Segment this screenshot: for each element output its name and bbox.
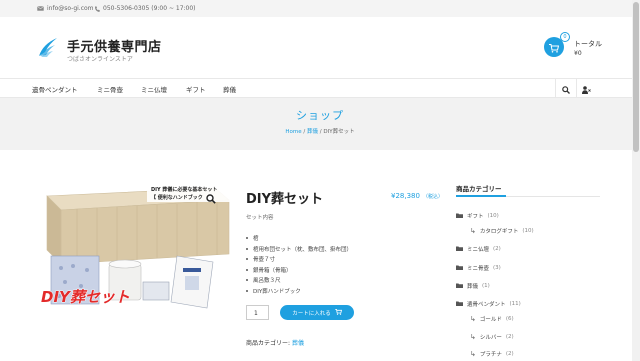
- envelope-icon: [37, 6, 44, 11]
- quantity-input[interactable]: 1: [246, 305, 269, 320]
- sidebar-item-silver[interactable]: ↳ シルバー (2): [470, 333, 514, 341]
- list-item: 銀骨箱（骨箱）: [246, 265, 352, 276]
- user-icon: [582, 79, 591, 98]
- contact-email[interactable]: info@so-gi.com: [37, 5, 94, 12]
- cart-icon: [334, 308, 342, 317]
- folder-icon: [456, 301, 463, 308]
- top-bar: info@so-gi.com 050-5306-0305 (9:00 ~ 17:…: [0, 0, 640, 17]
- sub-arrow-icon: ↳: [470, 315, 476, 323]
- main-nav: 遺骨ペンダント ミニ骨壺 ミニ仏壇 ギフト 葬儀: [0, 78, 640, 98]
- page-scrollbar[interactable]: [632, 0, 640, 361]
- sidebar-item-gold[interactable]: ↳ ゴールド (6): [470, 315, 514, 323]
- nav-item-funeral[interactable]: 葬儀: [223, 84, 236, 94]
- add-to-cart-button[interactable]: カートに入れる: [280, 305, 354, 320]
- sidebar-item-mini-altar[interactable]: ミニ仏壇 (2): [456, 245, 501, 253]
- breadcrumb-category[interactable]: 葬儀: [307, 129, 318, 135]
- cart-total-label: トータル: [574, 40, 602, 48]
- product-image[interactable]: DIY 葬儀に必要な基本セット 【 便利なハンドブック DIY葬セット: [37, 182, 233, 317]
- sidebar-item-gift[interactable]: ギフト (10): [456, 212, 499, 220]
- list-item: 棺: [246, 233, 352, 244]
- sub-arrow-icon: ↳: [470, 350, 476, 358]
- list-item: 棺用布団セット（枕、敷布団、掛布団）: [246, 244, 352, 255]
- sidebar-item-pendant[interactable]: 遺骨ペンダント (11): [456, 300, 521, 308]
- product-category-link[interactable]: 葬儀: [292, 340, 304, 347]
- email-text: info@so-gi.com: [47, 5, 94, 12]
- product-category: 商品カテゴリー: 葬儀: [246, 338, 304, 347]
- phone-icon: [95, 5, 100, 12]
- cart-icon: [549, 38, 560, 57]
- list-item: DIY葬ハンドブック: [246, 286, 352, 297]
- set-contents-list: 棺 棺用布団セット（枕、敷布団、掛布団） 骨壺７寸 銀骨箱（骨箱） 風呂敷３尺 …: [246, 233, 352, 296]
- product-title: DIY葬セット: [246, 192, 324, 207]
- nav-search-button[interactable]: [555, 79, 575, 98]
- folder-icon: [456, 213, 463, 220]
- site-title[interactable]: 手元供養専門店: [67, 36, 162, 55]
- breadcrumb-current: DIY葬セット: [323, 129, 355, 135]
- folder-icon: [456, 246, 463, 253]
- sidebar-item-funeral[interactable]: 葬儀 (1): [456, 282, 490, 290]
- folder-icon: [456, 265, 463, 272]
- sub-arrow-icon: ↳: [470, 227, 476, 235]
- list-item: 風呂敷３尺: [246, 275, 352, 286]
- folder-icon: [456, 283, 463, 290]
- wing-logo-icon[interactable]: [37, 36, 59, 58]
- image-caption-2: 【 便利なハンドブック: [151, 194, 203, 201]
- sidebar-item-mini-urn[interactable]: ミニ骨壺 (3): [456, 264, 501, 272]
- cart-total-value: ¥0: [574, 50, 582, 57]
- breadcrumb-home[interactable]: Home: [285, 129, 301, 135]
- sidebar-item-platinum[interactable]: ↳ プラチナ (2): [470, 350, 514, 358]
- price-value: ¥28,380: [391, 192, 420, 200]
- nav-item-gift[interactable]: ギフト: [186, 84, 206, 94]
- add-to-cart-label: カートに入れる: [292, 310, 331, 317]
- sidebar-item-catalog-gift[interactable]: ↳ カタログギフト (10): [470, 227, 534, 235]
- site-header: 手元供養専門店 つばさオンラインストア 0 トータル ¥0: [0, 17, 640, 78]
- product-price: ¥28,380 （税込）: [391, 192, 443, 200]
- nav-account-button[interactable]: [576, 79, 596, 98]
- page-banner: ショップ Home / 葬儀 / DIY葬セット: [0, 98, 640, 150]
- contact-phone[interactable]: 050-5306-0305 (9:00 ~ 17:00): [95, 5, 196, 12]
- breadcrumb: Home / 葬儀 / DIY葬セット: [285, 129, 355, 135]
- image-overlay-text: DIY葬セット: [41, 288, 130, 306]
- search-icon: [561, 79, 570, 98]
- sidebar-divider-accent: [456, 195, 506, 197]
- scrollbar-thumb[interactable]: [633, 2, 639, 152]
- set-contents-label: セット内容: [246, 215, 274, 221]
- product-category-label: 商品カテゴリー:: [246, 340, 291, 347]
- list-item: 骨壺７寸: [246, 254, 352, 265]
- nav-item-mini-urn[interactable]: ミニ骨壺: [97, 84, 123, 94]
- zoom-icon[interactable]: [206, 189, 216, 208]
- nav-item-mini-altar[interactable]: ミニ仏壇: [141, 84, 167, 94]
- nav-item-pendant[interactable]: 遺骨ペンダント: [32, 84, 78, 94]
- cart-count-badge: 0: [560, 32, 570, 42]
- sidebar-title: 商品カテゴリー: [456, 185, 502, 193]
- phone-text: 050-5306-0305 (9:00 ~ 17:00): [103, 5, 196, 12]
- tax-note: （税込）: [422, 194, 443, 200]
- sub-arrow-icon: ↳: [470, 333, 476, 341]
- site-subtitle: つばさオンラインストア: [67, 56, 133, 63]
- page-title: ショップ: [296, 109, 344, 122]
